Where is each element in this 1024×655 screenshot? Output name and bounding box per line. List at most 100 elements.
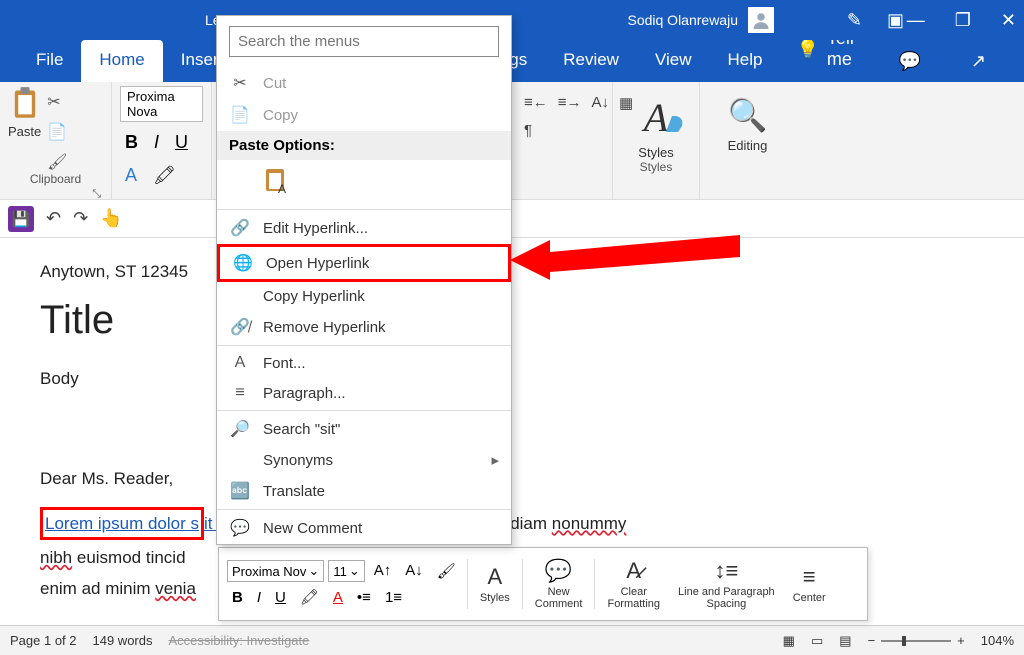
paste-option-keep-text[interactable]: A: [217, 160, 511, 207]
italic-button[interactable]: I: [149, 130, 164, 155]
format-painter-icon[interactable]: 🖌: [47, 152, 67, 172]
menu-new-comment[interactable]: 💬New Comment: [217, 512, 511, 544]
svg-text:A: A: [278, 182, 286, 195]
mini-highlight-icon[interactable]: 🖍: [295, 586, 324, 608]
shrink-font-icon[interactable]: A↓: [400, 560, 428, 582]
mini-italic[interactable]: I: [252, 587, 266, 608]
share-icon[interactable]: ▣: [887, 10, 904, 31]
clipboard-label: Clipboard: [8, 172, 103, 188]
grow-font-icon[interactable]: A↑: [369, 560, 397, 582]
zoom-in-icon[interactable]: +: [957, 633, 965, 648]
undo-button[interactable]: ↶: [46, 208, 61, 229]
cut-icon[interactable]: ✂: [47, 92, 67, 112]
bold-button[interactable]: B: [120, 130, 143, 155]
clipboard-launcher-icon[interactable]: ⤡: [8, 188, 103, 201]
mini-new-comment[interactable]: 💬New Comment: [529, 558, 589, 610]
chevron-down-icon: ⌄: [349, 563, 360, 579]
mini-styles[interactable]: AStyles: [474, 564, 516, 604]
mini-clear-formatting[interactable]: A̷Clear Formatting: [601, 558, 666, 610]
font-name-box[interactable]: Proxima Nova: [120, 86, 203, 122]
styles-icon: A: [487, 564, 502, 590]
word-count[interactable]: 149 words: [93, 633, 153, 648]
sort-icon[interactable]: A↓: [592, 94, 610, 112]
editing-button[interactable]: 🔍 Editing: [708, 86, 787, 153]
mini-font-size[interactable]: 11 ⌄: [328, 560, 364, 582]
share-toolbar-icon[interactable]: ↗: [959, 41, 998, 82]
accessibility-status[interactable]: Accessibility: Investigate: [168, 633, 309, 648]
pen-icon[interactable]: ✎: [847, 10, 862, 31]
doc-title: Title: [40, 298, 984, 343]
menu-font[interactable]: AFont...: [217, 348, 511, 378]
menu-translate[interactable]: 🔤Translate: [217, 475, 511, 507]
indent-increase-icon[interactable]: ≡→: [558, 94, 582, 112]
copy-icon[interactable]: 📄: [47, 122, 67, 142]
comment-icon: 💬: [229, 518, 251, 538]
minimize-button[interactable]: —: [907, 10, 925, 31]
view-print-icon[interactable]: ▦: [783, 633, 795, 649]
zoom-level[interactable]: 104%: [981, 633, 1014, 648]
chevron-right-icon: ▸: [491, 451, 499, 469]
redo-button[interactable]: ↷: [73, 208, 88, 229]
user-block[interactable]: Sodiq Olanrewaju: [627, 7, 774, 33]
menu-file[interactable]: File: [18, 40, 81, 82]
menu-view[interactable]: View: [637, 40, 710, 82]
menu-search-input[interactable]: [229, 26, 499, 57]
paragraph-1[interactable]: Lorem ipsum dolor sit amet, consectetuer…: [40, 507, 984, 540]
clipboard-icon: [10, 86, 40, 120]
menu-help[interactable]: Help: [710, 40, 781, 82]
chevron-down-icon: ⌄: [308, 563, 319, 579]
format-painter-icon[interactable]: 🖌: [432, 560, 461, 582]
user-avatar-icon[interactable]: [748, 7, 774, 33]
menu-open-hyperlink[interactable]: 🌐Open Hyperlink: [217, 244, 511, 282]
eraser-icon: A̷: [626, 558, 641, 584]
touch-mode-icon[interactable]: 👆: [100, 208, 122, 229]
mini-center[interactable]: ≡Center: [787, 564, 832, 604]
mini-toolbar: Proxima Nov ⌄ 11 ⌄ A↑ A↓ 🖌 B I U 🖍 A •≡ …: [218, 547, 868, 621]
menu-cut[interactable]: ✂Cut: [217, 67, 511, 99]
window-controls: — ❐ ✕: [907, 10, 1016, 31]
menu-copy[interactable]: 📄Copy: [217, 99, 511, 131]
menu-synonyms[interactable]: Synonyms▸: [217, 445, 511, 475]
menu-paragraph[interactable]: ≡Paragraph...: [217, 378, 511, 408]
group-editing: 🔍 Editing: [700, 82, 795, 199]
hyperlink-text[interactable]: Lorem ipsum dolor s: [45, 514, 199, 533]
zoom-out-icon[interactable]: −: [868, 633, 876, 648]
text-effects-icon[interactable]: A: [120, 163, 142, 188]
page-indicator[interactable]: Page 1 of 2: [10, 633, 77, 648]
indent-decrease-icon[interactable]: ≡←: [524, 94, 548, 112]
mini-line-spacing[interactable]: ↕≡Line and Paragraph Spacing: [672, 558, 781, 610]
menu-edit-hyperlink[interactable]: 🔗Edit Hyperlink...: [217, 212, 511, 244]
font-icon: A: [229, 354, 251, 372]
show-marks-icon[interactable]: ¶: [524, 122, 532, 139]
mini-bullets-icon[interactable]: •≡: [352, 587, 376, 608]
highlight-icon[interactable]: 🖍: [148, 163, 181, 188]
search-icon: 🔎: [229, 419, 251, 439]
save-button[interactable]: 💾: [8, 206, 34, 232]
view-read-icon[interactable]: ▭: [811, 633, 823, 649]
menu-home[interactable]: Home: [81, 40, 162, 82]
mini-bold[interactable]: B: [227, 587, 248, 608]
title-bar: Le Sodiq Olanrewaju ✎ ▣ — ❐ ✕: [0, 0, 1024, 40]
menu-review[interactable]: Review: [545, 40, 637, 82]
mini-font-color[interactable]: A: [328, 587, 348, 608]
comments-icon[interactable]: 💬: [886, 41, 932, 82]
group-paragraph: ≡← ≡→ A↓ ▦ ¶: [520, 88, 640, 145]
menu-search-sit[interactable]: 🔎Search "sit": [217, 413, 511, 445]
paste-button[interactable]: Paste: [8, 86, 41, 139]
underline-button[interactable]: U: [170, 130, 193, 155]
globe-icon: 🌐: [232, 253, 254, 273]
restore-button[interactable]: ❐: [955, 10, 971, 31]
status-bar: Page 1 of 2 149 words Accessibility: Inv…: [0, 625, 1024, 655]
mini-underline[interactable]: U: [270, 587, 291, 608]
close-button[interactable]: ✕: [1001, 10, 1016, 31]
zoom-slider[interactable]: − +: [868, 633, 965, 648]
mini-numbers-icon[interactable]: 1≡: [380, 587, 407, 608]
borders-icon[interactable]: ▦: [619, 94, 633, 112]
menu-remove-hyperlink[interactable]: 🔗̸Remove Hyperlink: [217, 311, 511, 343]
mini-font-name[interactable]: Proxima Nov ⌄: [227, 560, 324, 582]
menu-copy-hyperlink[interactable]: Copy Hyperlink: [217, 282, 511, 311]
line-spacing-icon: ↕≡: [714, 558, 738, 584]
center-icon: ≡: [803, 564, 816, 590]
view-web-icon[interactable]: ▤: [839, 633, 851, 649]
translate-icon: 🔤: [229, 481, 251, 501]
